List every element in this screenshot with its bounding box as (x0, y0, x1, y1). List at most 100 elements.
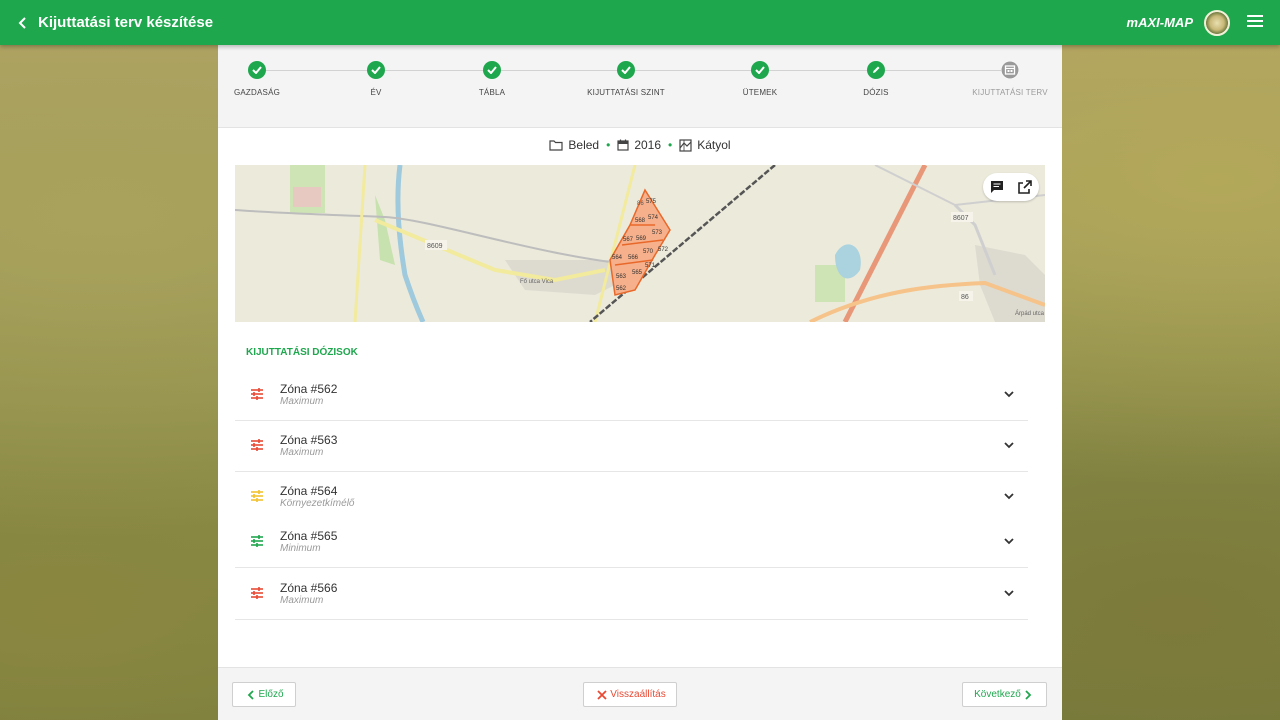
map-road-label: 86 (637, 201, 644, 207)
breadcrumb-separator: • (606, 138, 611, 152)
brand-logo (1204, 10, 1230, 36)
map-zone-label: 568 (635, 218, 646, 224)
chevron-left-icon (248, 689, 255, 700)
next-button[interactable]: Következő (962, 682, 1047, 707)
step-dozis[interactable]: DÓZIS (816, 61, 936, 97)
map-zone-label: 565 (632, 270, 643, 276)
calendar-icon (617, 139, 629, 151)
chevron-down-icon[interactable] (1003, 587, 1015, 599)
step-utemek[interactable]: ÜTEMEK (700, 61, 820, 97)
map-street-label: Fő utca Vica (520, 279, 554, 285)
map-zone-label: 569 (636, 236, 647, 242)
map-zone-label: 575 (646, 199, 657, 205)
page-title: Kijuttatási terv készítése (38, 14, 214, 31)
check-icon[interactable] (751, 61, 769, 79)
map-road-label: 8609 (427, 243, 443, 250)
hamburger-icon-bar (1247, 20, 1263, 22)
step-gazdasag[interactable]: GAZDASÁG (197, 61, 317, 97)
map-zone-label: 566 (628, 255, 639, 261)
legend-icon[interactable] (988, 178, 1006, 196)
reset-label: Visszaállítás (610, 689, 666, 700)
chevron-down-icon[interactable] (1003, 439, 1015, 451)
check-icon[interactable] (367, 61, 385, 79)
tune-icon (251, 439, 263, 451)
breadcrumb-farm: Beled (568, 138, 600, 152)
wizard-footer: Előző Visszaállítás Következő (218, 667, 1062, 720)
zone-name: Zóna #565 (280, 529, 338, 543)
chevron-down-icon[interactable] (1003, 490, 1015, 502)
field-map-icon (679, 138, 692, 152)
hamburger-icon-bar (1247, 15, 1263, 17)
tune-icon (251, 388, 263, 400)
zone-item-562[interactable]: Zóna #562 Maximum (235, 370, 1028, 421)
step-kijuttatasi-szint[interactable]: KIJUTTATÁSI SZINT (566, 61, 686, 97)
map-zone-label: 572 (658, 247, 669, 253)
map-zone-label: 562 (616, 286, 627, 292)
zone-item-566[interactable]: Zóna #566 Maximum (235, 569, 1028, 620)
zone-level: Környezetkímélő (280, 498, 355, 509)
breadcrumb-separator: • (668, 138, 673, 152)
zone-level: Maximum (280, 595, 324, 606)
zone-level: Minimum (280, 543, 321, 554)
breadcrumb-field: Kátyol (697, 138, 731, 152)
tune-icon (251, 490, 263, 502)
pencil-icon[interactable] (867, 61, 885, 79)
previous-label: Előző (258, 689, 284, 700)
step-label: ÜTEMEK (742, 88, 778, 97)
hamburger-icon-bar (1247, 25, 1263, 27)
map-road-label: 86 (961, 294, 969, 301)
step-label: TÁBLA (478, 88, 506, 97)
brand-name: mAXI-MAP (1126, 15, 1193, 30)
tune-icon (251, 587, 263, 599)
zone-name: Zóna #563 (280, 433, 338, 447)
zone-item-564[interactable]: Zóna #564 Környezetkímélő (235, 472, 1028, 523)
map-zone-label: 573 (652, 230, 663, 236)
map-zone-label: 574 (648, 215, 659, 221)
calendar-grid-icon[interactable] (1001, 61, 1019, 79)
dose-list: KIJUTTATÁSI DÓZISOK Zóna #562 Maximum Zó… (235, 335, 1045, 637)
step-label: KIJUTTATÁSI SZINT (587, 88, 665, 97)
breadcrumb-year: 2016 (634, 138, 662, 152)
step-label: DÓZIS (863, 88, 889, 97)
tune-icon (251, 535, 263, 547)
map-zone-label: 563 (616, 274, 627, 280)
zone-level: Maximum (280, 447, 324, 458)
check-icon[interactable] (483, 61, 501, 79)
zone-item-565[interactable]: Zóna #565 Minimum (235, 517, 1028, 568)
chevron-right-icon (1025, 689, 1032, 700)
map-zone-label: 564 (612, 255, 623, 261)
chevron-down-icon[interactable] (1003, 388, 1015, 400)
map-toolbar (983, 173, 1039, 201)
map-zone-label: 571 (645, 263, 656, 269)
step-label: GAZDASÁG (233, 88, 281, 97)
check-icon[interactable] (617, 61, 635, 79)
previous-button[interactable]: Előző (232, 682, 296, 707)
zone-name: Zóna #562 (280, 382, 338, 396)
close-icon (597, 689, 607, 700)
check-icon[interactable] (248, 61, 266, 79)
next-label: Következő (974, 689, 1021, 700)
field-map[interactable]: 8609 8607 86 86 Fő utca Vica Árpád utca … (235, 165, 1045, 322)
step-ev[interactable]: ÉV (316, 61, 436, 97)
map-canvas[interactable]: 8609 8607 86 86 Fő utca Vica Árpád utca … (235, 165, 1045, 322)
app-header: Kijuttatási terv készítése mAXI-MAP (0, 0, 1280, 45)
wizard-stepper: GAZDASÁG ÉV TÁBLA KIJUTTATÁSI SZINT ÜTEM… (218, 45, 1062, 128)
reset-button[interactable]: Visszaállítás (583, 682, 677, 707)
step-label: ÉV (370, 88, 382, 97)
map-zone-label: 567 (623, 237, 634, 243)
wizard-panel: GAZDASÁG ÉV TÁBLA KIJUTTATÁSI SZINT ÜTEM… (218, 45, 1062, 720)
step-label: KIJUTTATÁSI TERV (972, 88, 1048, 97)
folder-icon (549, 140, 564, 151)
step-kijuttatasi-terv[interactable]: KIJUTTATÁSI TERV (950, 61, 1070, 97)
zone-name: Zóna #566 (280, 581, 338, 595)
open-external-icon[interactable] (1016, 178, 1034, 196)
zone-level: Maximum (280, 396, 324, 407)
chevron-down-icon[interactable] (1003, 535, 1015, 547)
breadcrumb: Beled • 2016 • Kátyol (218, 138, 1062, 152)
menu-button[interactable] (1247, 15, 1263, 29)
zone-name: Zóna #564 (280, 484, 338, 498)
map-road-label: 8607 (953, 215, 969, 222)
back-button[interactable] (18, 0, 36, 45)
step-tabla[interactable]: TÁBLA (432, 61, 552, 97)
zone-item-563[interactable]: Zóna #563 Maximum (235, 421, 1028, 472)
